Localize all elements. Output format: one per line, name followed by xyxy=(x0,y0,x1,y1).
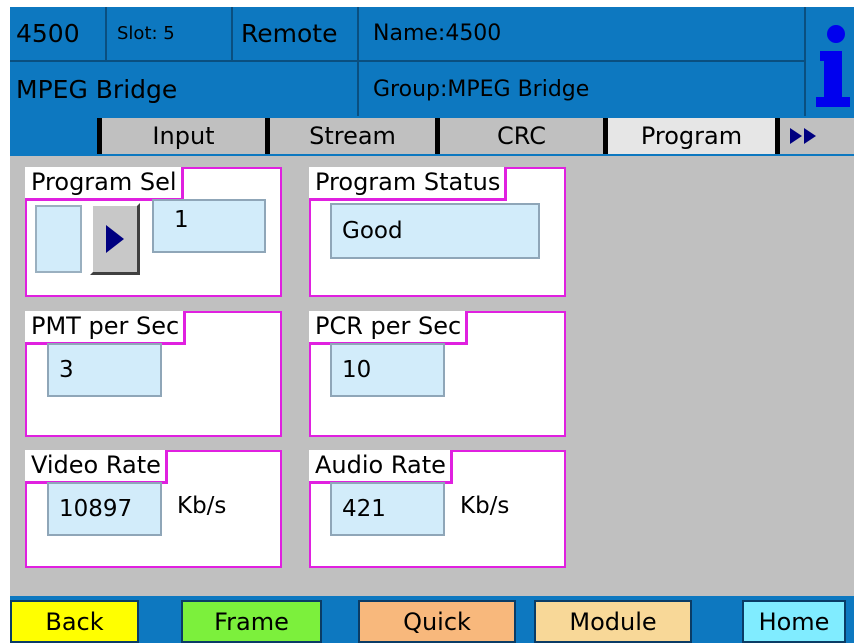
program-sel-next-button[interactable] xyxy=(90,203,140,275)
video-rate-value: 10897 xyxy=(59,496,133,522)
pmt-per-sec-title: PMT per Sec xyxy=(25,311,187,345)
home-button-label: Home xyxy=(758,607,830,636)
pcr-per-sec-field: 10 xyxy=(330,343,445,397)
model-label: 4500 xyxy=(16,19,80,48)
pcr-per-sec-value: 10 xyxy=(342,357,372,383)
header-slot-cell: Slot: 5 xyxy=(107,7,231,60)
program-status-field: Good xyxy=(330,203,540,259)
header-mode-cell: Remote xyxy=(233,7,357,60)
tab-program-label: Program xyxy=(640,122,743,150)
tab-stream-label: Stream xyxy=(309,122,396,150)
header-product-cell: MPEG Bridge xyxy=(10,62,357,116)
double-right-arrow-icon xyxy=(790,128,816,144)
play-right-icon xyxy=(106,225,124,253)
group-label: Group:MPEG Bridge xyxy=(373,76,590,102)
mode-label: Remote xyxy=(241,19,338,48)
header-model-cell: 4500 xyxy=(10,7,105,60)
frame-button[interactable]: Frame xyxy=(181,600,322,643)
video-rate-field: 10897 xyxy=(47,482,162,536)
module-button[interactable]: Module xyxy=(534,600,692,643)
pmt-per-sec-field: 3 xyxy=(47,343,162,397)
header-name-cell: Name:4500 xyxy=(359,7,804,60)
frame-button-label: Frame xyxy=(214,607,289,636)
device-screen: 4500 Slot: 5 Remote Name:4500 MPEG Bridg… xyxy=(10,7,854,643)
video-rate-title: Video Rate xyxy=(25,450,168,484)
pcr-per-sec-title: PCR per Sec xyxy=(309,311,469,345)
program-sel-field[interactable]: 1 xyxy=(152,199,266,253)
program-sel-slider-track[interactable] xyxy=(35,205,82,273)
name-label: Name:4500 xyxy=(373,21,502,46)
home-button[interactable]: Home xyxy=(742,600,846,643)
tab-input[interactable]: Input xyxy=(97,118,265,154)
tab-stream[interactable]: Stream xyxy=(265,118,435,154)
program-status-title: Program Status xyxy=(309,167,508,201)
back-button[interactable]: Back xyxy=(10,600,139,643)
video-rate-unit: Kb/s xyxy=(177,493,227,519)
back-button-label: Back xyxy=(45,607,104,636)
header-divider xyxy=(105,7,107,60)
header-row-divider xyxy=(10,60,804,62)
tab-program[interactable]: Program xyxy=(603,118,775,154)
audio-rate-title: Audio Rate xyxy=(309,450,453,484)
slot-label: Slot: 5 xyxy=(117,23,175,44)
tab-crc-label: CRC xyxy=(497,122,546,150)
program-sel-title: Program Sel xyxy=(25,167,184,201)
audio-rate-field: 421 xyxy=(330,482,445,536)
tab-crc[interactable]: CRC xyxy=(435,118,603,154)
product-label: MPEG Bridge xyxy=(16,74,178,104)
module-button-label: Module xyxy=(569,607,657,636)
program-status-value: Good xyxy=(342,218,403,244)
program-sel-value: 1 xyxy=(174,207,189,233)
header-group-cell: Group:MPEG Bridge xyxy=(359,62,804,116)
audio-rate-unit: Kb/s xyxy=(460,493,510,519)
tab-more[interactable] xyxy=(775,118,854,154)
quick-button[interactable]: Quick xyxy=(358,600,516,643)
tab-input-label: Input xyxy=(152,122,215,150)
quick-button-label: Quick xyxy=(403,607,471,636)
header-divider xyxy=(231,7,233,60)
header-divider xyxy=(804,7,806,116)
audio-rate-value: 421 xyxy=(342,496,386,522)
info-icon[interactable] xyxy=(810,21,854,109)
pmt-per-sec-value: 3 xyxy=(59,357,74,383)
